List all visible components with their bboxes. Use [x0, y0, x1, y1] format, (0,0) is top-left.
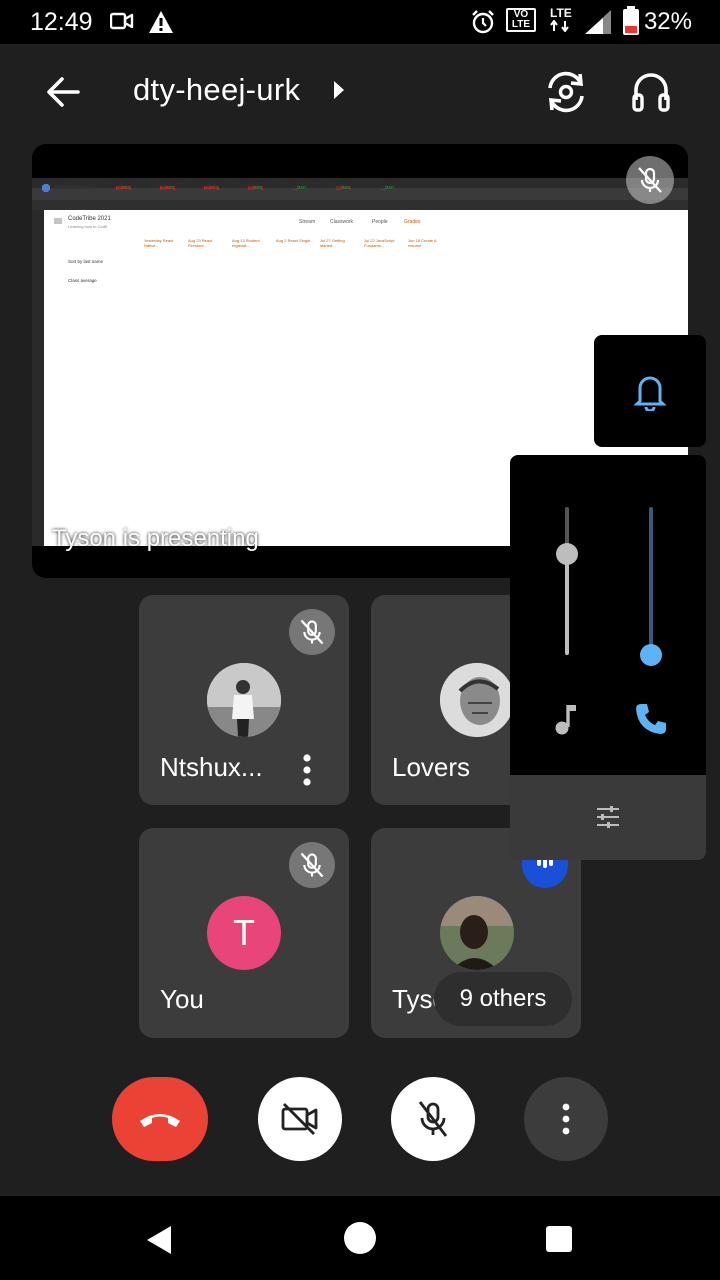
avatar: [440, 896, 514, 970]
media-volume-thumb[interactable]: [556, 543, 578, 566]
nav-home-icon[interactable]: [344, 1222, 376, 1254]
nav-recents-icon[interactable]: [546, 1226, 572, 1252]
back-arrow-icon[interactable]: [40, 72, 86, 112]
call-volume-thumb[interactable]: [640, 644, 662, 666]
call-header: dty-heej-urk: [0, 44, 720, 140]
grade-cell: Missing: [116, 185, 132, 190]
phone-icon: [636, 704, 666, 734]
grade-cell: __/100: [380, 185, 394, 190]
bell-icon[interactable]: [632, 371, 668, 411]
avatar: [440, 663, 514, 737]
media-volume-fill: [565, 554, 569, 655]
participant-tile-ntshux[interactable]: Ntshux...: [139, 595, 349, 805]
headphones-icon[interactable]: [625, 66, 677, 118]
battery-percent: 32%: [643, 8, 692, 35]
grade-column-header: Jun 18 Create A resume: [408, 238, 437, 248]
participant-tile-you[interactable]: T You: [139, 828, 349, 1038]
more-options-icon: [562, 1103, 570, 1135]
grade-cell: Missing: [160, 185, 176, 190]
student-name: Lovers Maluleke: [54, 185, 87, 190]
grade-cell: __/100: [248, 185, 262, 190]
presenting-label: Tyson is presenting: [52, 525, 259, 552]
volume-settings-bar[interactable]: [510, 775, 706, 860]
mic-off-icon: [418, 1101, 448, 1137]
volte-icon: VO LTE: [506, 8, 536, 32]
participant-name: Lovers: [392, 752, 471, 782]
class-title: CodeTribe 2021: [68, 216, 111, 222]
equalizer-settings-icon[interactable]: [595, 805, 621, 829]
participant-name: You: [160, 984, 204, 1014]
music-note-icon: [555, 705, 576, 735]
grade-cell: __/100: [336, 185, 350, 190]
sort-label: Sort by last name: [68, 259, 104, 264]
grade-column-header: Yesterday React Native...: [144, 238, 174, 248]
mic-off-icon: [638, 167, 662, 193]
browser-bookmarks-bar: [32, 200, 688, 210]
toggle-camera-button[interactable]: [258, 1077, 342, 1161]
volume-panel: [510, 455, 706, 860]
participant-mic-muted: [289, 842, 335, 888]
status-bar: 12:49 VO LTE LTE 32%: [0, 0, 720, 44]
status-time: 12:49: [30, 8, 93, 36]
browser-side-rail: [32, 210, 44, 546]
ringer-panel[interactable]: [594, 335, 706, 447]
class-subtitle: Learning how to CodE: [68, 224, 108, 229]
mic-off-icon: [300, 619, 324, 645]
presentation-mic-muted: [626, 156, 674, 204]
switch-camera-icon[interactable]: [540, 66, 592, 118]
more-vert-icon[interactable]: [297, 750, 317, 790]
system-nav-bar: [0, 1196, 720, 1280]
toggle-mic-button[interactable]: [391, 1077, 475, 1161]
meeting-code[interactable]: dty-heej-urk: [133, 72, 300, 108]
call-volume-track[interactable]: [649, 507, 653, 655]
warning-icon: [149, 11, 173, 33]
classroom-tab-grades: Grades: [404, 219, 421, 225]
grade-cell: __/100: [292, 185, 306, 190]
camera-off-icon: [281, 1103, 318, 1135]
avatar: [207, 663, 281, 737]
end-call-button[interactable]: [112, 1077, 208, 1161]
battery-icon: [623, 6, 639, 35]
more-options-button[interactable]: [524, 1077, 608, 1161]
caret-right-icon[interactable]: [332, 78, 346, 102]
nav-back-icon[interactable]: [145, 1224, 173, 1256]
signal-icon: [585, 10, 611, 34]
avatar-initial: T: [207, 896, 281, 970]
grade-column-header: Jul 27 Getting started...: [320, 238, 345, 248]
class-average-label: Class average: [68, 278, 97, 283]
classroom-tab-stream: Stream: [299, 219, 316, 225]
lte-label: LTE: [550, 6, 572, 20]
alarm-icon: [472, 10, 494, 34]
grade-cell: Missing: [204, 185, 220, 190]
mic-off-icon: [300, 852, 324, 878]
classroom-tab-people: People: [372, 219, 388, 225]
participant-mic-muted: [289, 609, 335, 655]
grade-column-header: Aug 23 React Firestore...: [188, 238, 213, 248]
classroom-tab-classwork: Classwork: [330, 219, 354, 225]
data-arrows-icon: [550, 20, 569, 32]
grade-column-header: Aug 13 Student registrat...: [232, 238, 260, 248]
video-record-icon: [110, 12, 134, 30]
student-avatar: [42, 184, 50, 192]
menu-icon: [54, 218, 62, 224]
others-chip[interactable]: 9 others: [434, 972, 572, 1026]
grade-column-header: Jul 22 JavaScript Fundame...: [364, 238, 395, 248]
end-call-icon: [140, 1114, 180, 1127]
grade-column-header: Aug 2 React Single...: [276, 238, 314, 243]
participant-name: Ntshux...: [160, 752, 263, 782]
